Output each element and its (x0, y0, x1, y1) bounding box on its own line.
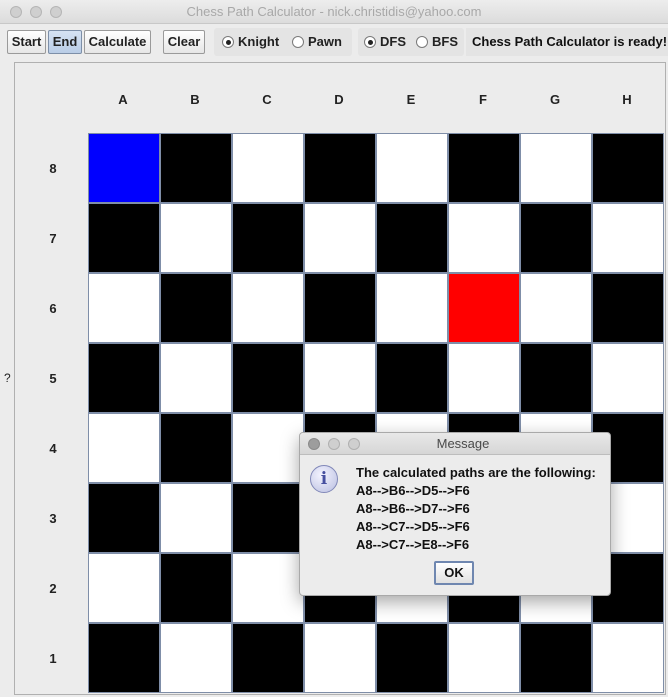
board-square[interactable] (592, 623, 664, 693)
board-square[interactable] (520, 623, 592, 693)
board-square[interactable] (592, 343, 664, 413)
window-titlebar: Chess Path Calculator - nick.christidis@… (0, 0, 668, 24)
bfs-radio[interactable]: BFS (416, 35, 458, 51)
board-square[interactable] (88, 273, 160, 343)
row-label: 3 (49, 511, 57, 526)
row-label: 4 (49, 441, 57, 456)
column-label: D (334, 92, 344, 107)
row-label: 5 (49, 371, 57, 386)
dfs-radio[interactable]: DFS (364, 35, 406, 51)
board-square[interactable] (376, 623, 448, 693)
chess-board[interactable] (88, 133, 664, 695)
board-square[interactable] (160, 133, 232, 203)
path-line: A8-->C7-->D5-->F6 (356, 519, 470, 534)
dialog-message: The calculated paths are the following: … (356, 464, 596, 554)
dialog-title: Message (436, 436, 490, 451)
column-label: C (262, 92, 272, 107)
board-square[interactable] (232, 203, 304, 273)
column-label: E (406, 92, 416, 107)
board-square[interactable] (448, 343, 520, 413)
board-square[interactable] (304, 273, 376, 343)
path-line: A8-->B6-->D7-->F6 (356, 501, 470, 516)
board-square[interactable] (592, 273, 664, 343)
board-square[interactable] (448, 203, 520, 273)
row-label: 6 (49, 301, 57, 316)
start-square[interactable] (88, 133, 160, 203)
clear-button[interactable]: Clear (163, 30, 205, 54)
board-square[interactable] (88, 553, 160, 623)
side-mark: ? (4, 371, 11, 385)
board-square[interactable] (376, 343, 448, 413)
board-square[interactable] (232, 273, 304, 343)
board-square[interactable] (232, 553, 304, 623)
board-square[interactable] (592, 133, 664, 203)
board-square[interactable] (304, 343, 376, 413)
board-square[interactable] (448, 623, 520, 693)
board-square[interactable] (160, 483, 232, 553)
radio-selected-icon (222, 36, 234, 48)
knight-radio[interactable]: Knight (222, 35, 279, 51)
column-label: G (549, 92, 561, 107)
dialog-titlebar: Message (300, 433, 610, 455)
radio-unselected-icon (292, 36, 304, 48)
pawn-radio[interactable]: Pawn (292, 35, 342, 51)
board-square[interactable] (304, 133, 376, 203)
board-square[interactable] (232, 483, 304, 553)
board-square[interactable] (376, 133, 448, 203)
board-square[interactable] (376, 203, 448, 273)
board-square[interactable] (88, 413, 160, 483)
board-square[interactable] (304, 623, 376, 693)
row-label: 7 (49, 231, 57, 246)
info-icon: i (310, 465, 338, 493)
column-label: A (118, 92, 128, 107)
ok-button[interactable]: OK (434, 561, 474, 585)
dfs-radio-label: DFS (380, 34, 406, 49)
row-label: 8 (49, 161, 57, 176)
radio-unselected-icon (416, 36, 428, 48)
end-button[interactable]: End (48, 30, 82, 54)
pawn-radio-label: Pawn (308, 34, 342, 49)
board-square[interactable] (592, 203, 664, 273)
column-label: H (622, 92, 632, 107)
row-label: 1 (49, 651, 57, 666)
start-button[interactable]: Start (7, 30, 46, 54)
board-square[interactable] (520, 133, 592, 203)
window-title: Chess Path Calculator - nick.christidis@… (186, 4, 482, 19)
bfs-radio-label: BFS (432, 34, 458, 49)
board-square[interactable] (232, 343, 304, 413)
status-text: Chess Path Calculator is ready! (466, 28, 668, 56)
row-label: 2 (49, 581, 57, 596)
board-square[interactable] (520, 273, 592, 343)
toolbar: Start End Calculate Clear Knight Pawn DF… (0, 24, 668, 62)
board-square[interactable] (160, 553, 232, 623)
board-square[interactable] (160, 273, 232, 343)
board-square[interactable] (88, 203, 160, 273)
board-square[interactable] (88, 623, 160, 693)
board-square[interactable] (520, 343, 592, 413)
board-square[interactable] (160, 623, 232, 693)
board-square[interactable] (88, 483, 160, 553)
radio-selected-icon (364, 36, 376, 48)
path-line: A8-->B6-->D5-->F6 (356, 483, 470, 498)
calculate-button[interactable]: Calculate (84, 30, 151, 54)
board-square[interactable] (448, 133, 520, 203)
board-square[interactable] (160, 343, 232, 413)
board-square[interactable] (304, 203, 376, 273)
column-label: F (479, 92, 487, 107)
message-dialog: Message i The calculated paths are the f… (299, 432, 611, 596)
board-square[interactable] (520, 203, 592, 273)
dialog-heading: The calculated paths are the following: (356, 465, 596, 480)
board-square[interactable] (232, 623, 304, 693)
board-square[interactable] (160, 203, 232, 273)
column-label: B (190, 92, 200, 107)
end-square[interactable] (448, 273, 520, 343)
board-square[interactable] (376, 273, 448, 343)
knight-radio-label: Knight (238, 34, 280, 49)
board-square[interactable] (88, 343, 160, 413)
board-square[interactable] (160, 413, 232, 483)
path-line: A8-->C7-->E8-->F6 (356, 537, 470, 552)
board-square[interactable] (232, 413, 304, 483)
board-square[interactable] (232, 133, 304, 203)
